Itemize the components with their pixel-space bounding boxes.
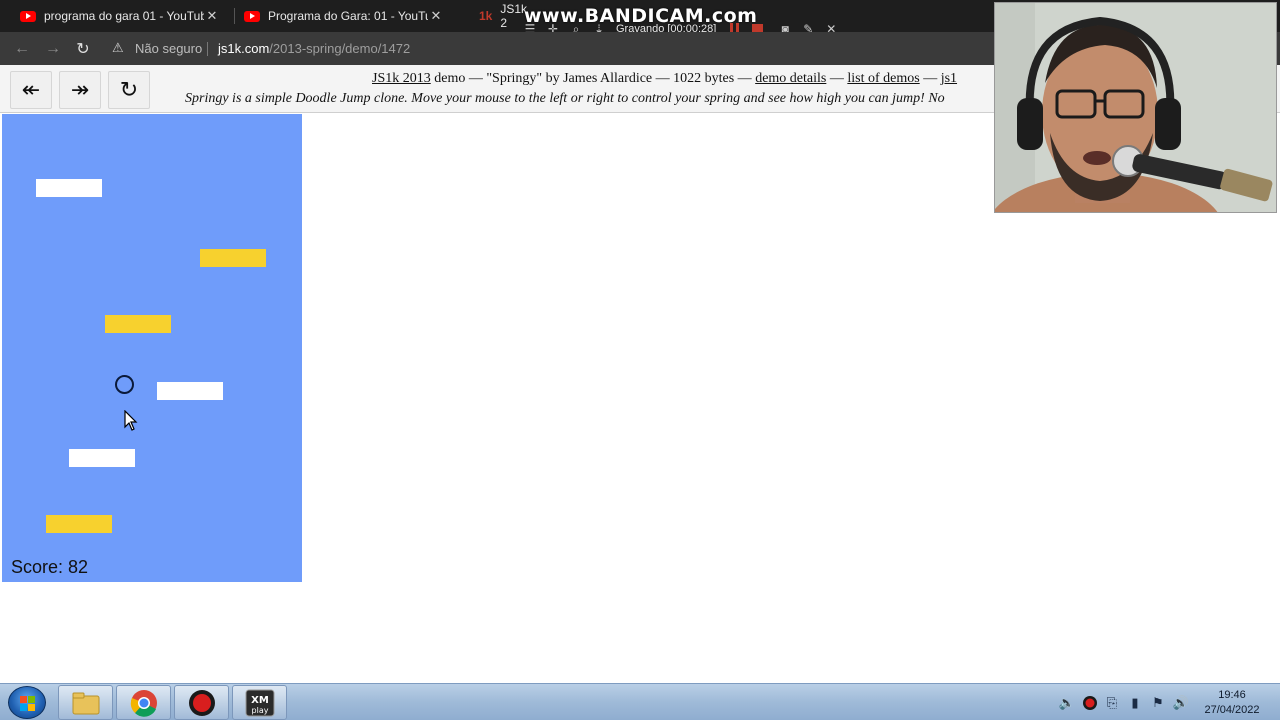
taskbar-chrome[interactable] <box>116 685 171 720</box>
taskbar-file-explorer[interactable] <box>58 685 113 720</box>
record-icon <box>1083 696 1097 710</box>
url-path: /2013-spring/demo/1472 <box>269 41 411 56</box>
network-icon[interactable]: ▮ <box>1127 695 1143 711</box>
close-icon[interactable]: ✕ <box>428 8 444 24</box>
webcam-overlay <box>994 2 1277 213</box>
url-divider <box>207 42 208 56</box>
close-icon[interactable]: ✕ <box>204 8 220 24</box>
game-canvas[interactable]: Score: 82 <box>2 114 302 582</box>
demo-details-link[interactable]: demo details <box>755 71 826 86</box>
tab-title: programa do gara 01 - YouTube <box>44 9 204 23</box>
folder-icon <box>72 692 99 714</box>
tab-youtube-1[interactable]: programa do gara 01 - YouTube ✕ <box>0 0 234 32</box>
platform <box>105 315 171 333</box>
taskbar-bandicam[interactable] <box>174 685 229 720</box>
list-of-demos-link[interactable]: list of demos <box>847 71 919 86</box>
clock-time: 19:46 <box>1218 689 1246 701</box>
reload-demo-button[interactable]: ↻ <box>108 71 150 109</box>
usb-device-icon[interactable]: ⎘ <box>1104 695 1120 711</box>
svg-text:play: play <box>251 706 268 715</box>
platform <box>200 249 266 267</box>
taskbar-xmplay[interactable]: XM play <box>232 685 287 720</box>
chrome-icon <box>130 689 157 717</box>
forward-arrow-icon[interactable]: → <box>42 38 64 60</box>
mouse-cursor-icon <box>124 410 138 431</box>
flag-alert-icon[interactable]: ⚑ <box>1150 695 1166 711</box>
js1k-more-link[interactable]: js1 <box>941 71 957 86</box>
platform <box>46 515 112 533</box>
demo-info-line: JS1k 2013 demo — "Springy" by James Alla… <box>372 71 957 87</box>
url-field[interactable]: js1k.com/2013-spring/demo/1472 <box>218 41 410 56</box>
record-tray-icon[interactable] <box>1082 695 1098 711</box>
webcam-person-image <box>995 3 1276 212</box>
previous-demo-button[interactable]: ↞ <box>10 71 52 109</box>
youtube-icon <box>20 10 36 22</box>
volume-icon[interactable]: 🔊 <box>1173 695 1189 711</box>
system-clock[interactable]: 19:46 27/04/2022 <box>1200 688 1264 718</box>
platform <box>36 179 102 197</box>
platform <box>157 382 223 400</box>
security-label[interactable]: Não seguro <box>135 41 202 56</box>
separator: — <box>919 71 941 86</box>
record-icon <box>188 689 215 716</box>
tab-youtube-2[interactable]: Programa do Gara: 01 - YouTube ✕ <box>224 0 459 32</box>
event-link[interactable]: JS1k 2013 <box>372 71 431 86</box>
demo-info-text: demo — "Springy" by James Allardice — 10… <box>430 71 756 86</box>
svg-text:XM: XM <box>251 695 269 706</box>
next-demo-button[interactable]: ↠ <box>59 71 101 109</box>
js1k-favicon-icon: 1k <box>479 9 493 23</box>
platform <box>69 449 135 467</box>
reload-icon[interactable]: ↻ <box>72 38 94 60</box>
spring-player <box>115 375 134 394</box>
windows-logo-icon <box>20 696 35 711</box>
score-label: Score: 82 <box>11 557 89 577</box>
separator: — <box>826 71 848 86</box>
tab-title: Programa do Gara: 01 - YouTube <box>268 9 428 23</box>
speaker-icon[interactable]: 🔈 <box>1059 695 1075 711</box>
youtube-icon <box>244 10 260 22</box>
warning-icon[interactable]: ⚠ <box>112 40 128 56</box>
start-button[interactable] <box>8 686 46 719</box>
url-host: js1k.com <box>218 41 270 56</box>
tab-js1k[interactable]: 1k JS1k 2 <box>459 0 527 32</box>
windows-taskbar: XM play 🔈 ⎘ ▮ ⚑ 🔊 19:46 27/04/2022 <box>0 683 1280 720</box>
demo-description: Springy is a simple Doodle Jump clone. M… <box>185 91 945 106</box>
back-arrow-icon[interactable]: ← <box>11 38 33 60</box>
xmplay-icon: XM play <box>245 689 274 716</box>
clock-date: 27/04/2022 <box>1204 704 1260 716</box>
